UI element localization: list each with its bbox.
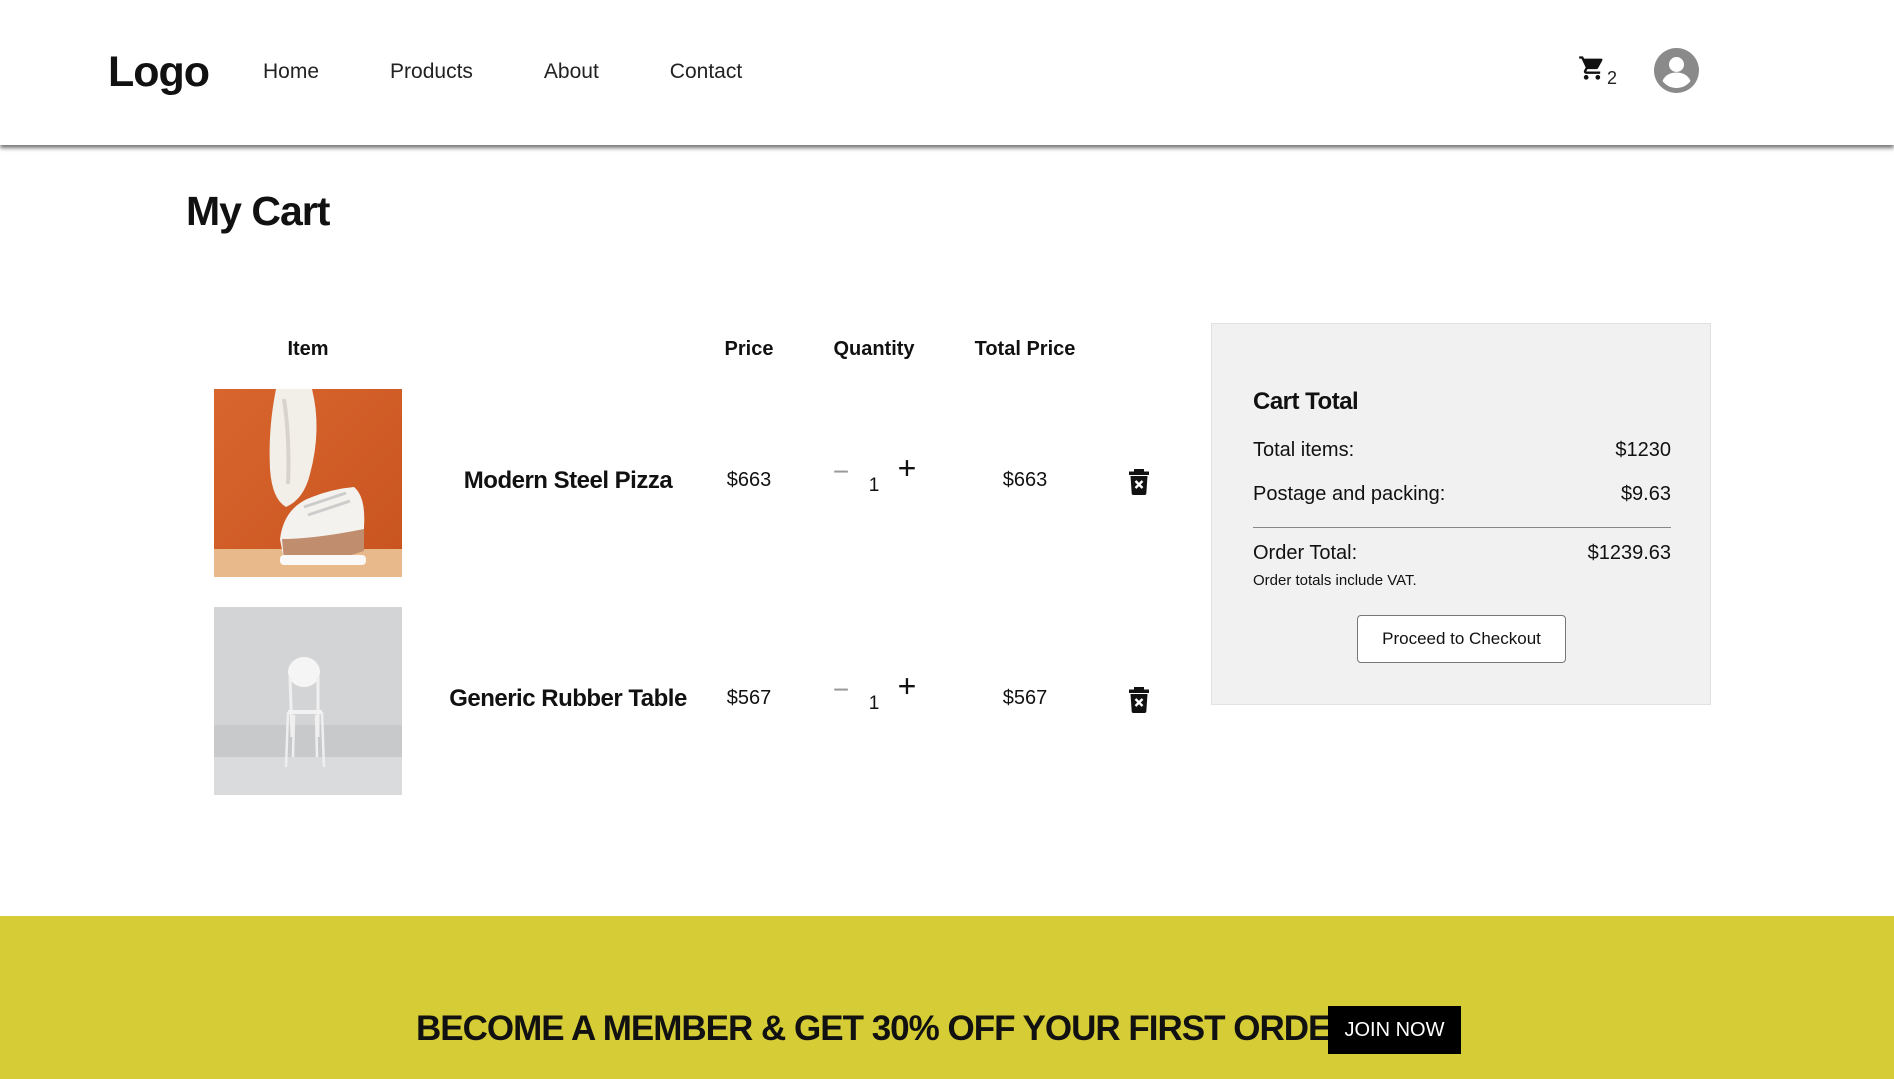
banner-text: BECOME A MEMBER & GET 30% OFF YOUR FIRST… xyxy=(416,1009,1356,1048)
main-nav: Home Products About Contact xyxy=(263,60,813,84)
minus-icon: − xyxy=(832,674,850,705)
column-header-quantity: Quantity xyxy=(833,338,915,360)
user-avatar-icon[interactable] xyxy=(1654,48,1699,93)
total-items-row: Total items: $1230 xyxy=(1253,439,1671,462)
postage-label: Postage and packing: xyxy=(1253,483,1446,505)
decrease-quantity-button[interactable]: − xyxy=(828,673,854,707)
row-total-price: $663 xyxy=(1002,469,1048,491)
trash-icon xyxy=(1129,687,1149,713)
nav-contact[interactable]: Contact xyxy=(670,60,742,84)
column-header-price: Price xyxy=(724,338,774,360)
plus-icon: + xyxy=(897,668,917,704)
total-items-label: Total items: xyxy=(1253,439,1355,461)
column-header-total-price: Total Price xyxy=(974,338,1076,360)
order-total-label: Order Total: xyxy=(1253,542,1358,564)
nav-products[interactable]: Products xyxy=(390,60,473,84)
cart-icon xyxy=(1579,56,1603,80)
nav-about[interactable]: About xyxy=(544,60,599,84)
product-image[interactable] xyxy=(214,389,402,577)
postage-row: Postage and packing: $9.63 xyxy=(1253,483,1671,506)
row-total-price: $567 xyxy=(1002,687,1048,709)
nav-home[interactable]: Home xyxy=(263,60,319,84)
trash-icon xyxy=(1129,469,1149,495)
remove-item-button[interactable] xyxy=(1128,687,1150,713)
cart-row: Generic Rubber Table $567 − 1 + $567 xyxy=(0,607,1200,795)
site-header: Logo Home Products About Contact 2 xyxy=(0,0,1894,145)
cart-total-title: Cart Total xyxy=(1253,388,1359,415)
vat-note: Order totals include VAT. xyxy=(1253,572,1417,589)
cart-button[interactable]: 2 xyxy=(1578,54,1622,88)
join-now-button[interactable]: JOIN NOW xyxy=(1328,1006,1461,1054)
page-title: My Cart xyxy=(186,188,330,234)
order-total-row: Order Total: $1239.63 xyxy=(1253,542,1671,565)
total-items-value: $1230 xyxy=(1615,439,1671,461)
postage-value: $9.63 xyxy=(1620,483,1671,505)
cart-count-badge: 2 xyxy=(1607,68,1618,88)
order-total-value: $1239.63 xyxy=(1587,542,1671,564)
cart-row: Modern Steel Pizza $663 − 1 + $663 xyxy=(0,389,1200,577)
minus-icon: − xyxy=(832,456,850,487)
proceed-to-checkout-button[interactable]: Proceed to Checkout xyxy=(1357,615,1566,663)
decrease-quantity-button[interactable]: − xyxy=(828,455,854,489)
cart-total-panel: Cart Total Total items: $1230 Postage an… xyxy=(1211,323,1711,705)
logo[interactable]: Logo xyxy=(108,48,210,97)
product-name[interactable]: Generic Rubber Table xyxy=(440,685,696,713)
increase-quantity-button[interactable]: + xyxy=(892,669,922,703)
product-name[interactable]: Modern Steel Pizza xyxy=(440,467,696,495)
increase-quantity-button[interactable]: + xyxy=(892,451,922,485)
product-price: $567 xyxy=(726,687,772,709)
product-price: $663 xyxy=(726,469,772,491)
summary-divider xyxy=(1253,527,1671,528)
column-header-item: Item xyxy=(287,338,329,360)
product-image[interactable] xyxy=(214,607,402,795)
quantity-value: 1 xyxy=(868,693,880,714)
quantity-value: 1 xyxy=(868,475,880,496)
remove-item-button[interactable] xyxy=(1128,469,1150,495)
membership-banner: BECOME A MEMBER & GET 30% OFF YOUR FIRST… xyxy=(0,916,1894,1079)
plus-icon: + xyxy=(897,450,917,486)
